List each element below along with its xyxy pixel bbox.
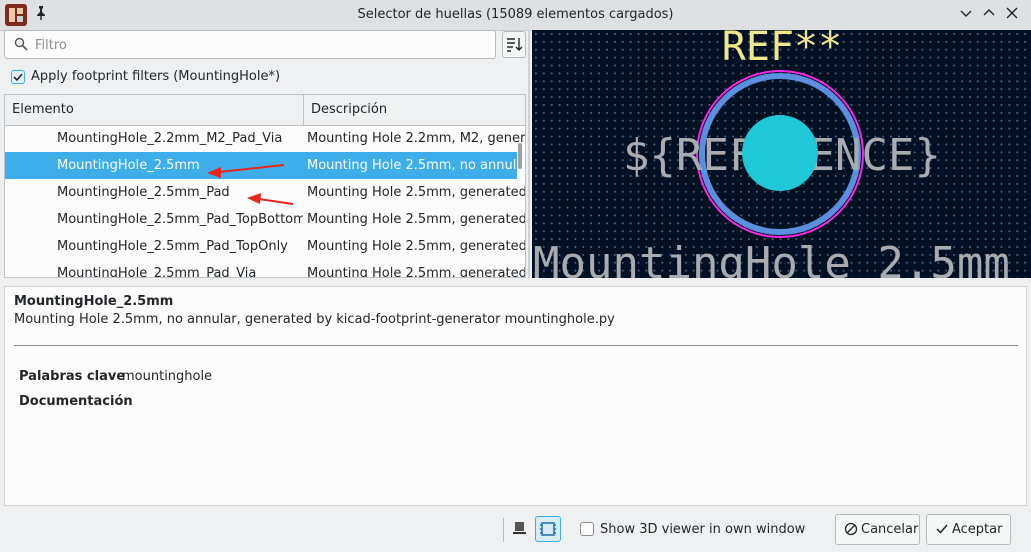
accept-button[interactable]: Aceptar [926, 514, 1011, 545]
ref-text: REF** [722, 30, 842, 70]
footprint-name-cell: MountingHole_2.5mm_Pad_TopOnly [57, 239, 288, 254]
footprint-icon [540, 522, 556, 536]
footprint-name-cell: MountingHole_2.5mm_Pad_TopBottom [57, 212, 303, 227]
value-text: MountingHole_2.5mm [533, 238, 1010, 278]
accept-label: Aceptar [952, 522, 1003, 537]
show-3d-preview-button[interactable] [507, 516, 533, 542]
dialog-footer: Show 3D viewer in own window Cancelar Ac… [0, 506, 1031, 552]
column-header-description[interactable]: Descripción [304, 95, 525, 125]
sort-icon [507, 38, 523, 52]
selected-footprint-name: MountingHole_2.5mm [14, 294, 174, 309]
close-icon[interactable] [1003, 6, 1021, 24]
title-bar: Selector de huellas (15089 elementos car… [0, 0, 1031, 31]
cancel-label: Cancelar [861, 522, 919, 537]
table-row[interactable]: MountingHole_2.5mm_Pad_Via Mounting Hole … [5, 260, 525, 278]
search-input[interactable] [33, 33, 492, 57]
column-header-element[interactable]: Elemento [5, 95, 303, 125]
footprint-description-cell: Mounting Hole 2.5mm, generated by kicad-… [307, 212, 525, 227]
chevron-up-icon[interactable] [980, 6, 998, 24]
footprint-name-cell: MountingHole_2.5mm [57, 158, 200, 173]
show-3d-viewer-checkbox[interactable] [580, 522, 594, 536]
check-icon [936, 524, 948, 534]
splitter-handle[interactable] [528, 30, 530, 278]
footprint-name-cell: MountingHole_2.2mm_M2_Pad_Via [57, 131, 283, 146]
show-footprint-preview-button[interactable] [535, 516, 561, 542]
keywords-label: Palabras clave [19, 369, 126, 384]
search-icon [14, 37, 28, 51]
show-3d-viewer-label: Show 3D viewer in own window [600, 522, 806, 537]
cancel-icon [844, 522, 858, 536]
footprint-name-cell: MountingHole_2.5mm_Pad [57, 185, 230, 200]
selected-footprint-description: Mounting Hole 2.5mm, no annular, generat… [14, 312, 615, 327]
separator [503, 518, 504, 542]
window-title: Selector de huellas (15089 elementos car… [357, 7, 674, 22]
scrollbar-thumb[interactable] [518, 143, 522, 169]
table-row[interactable]: MountingHole_2.5mm_Pad_TopOnly Mounting H… [5, 233, 525, 260]
footprint-description-cell: Mounting Hole 2.5mm, generated by kicad-… [307, 266, 525, 278]
apply-filters-checkbox[interactable] [11, 70, 25, 84]
documentation-label: Documentación [19, 394, 133, 409]
footprint-name-cell: MountingHole_2.5mm_Pad_Via [57, 266, 257, 278]
cancel-button[interactable]: Cancelar [835, 514, 920, 545]
divider [14, 345, 1018, 346]
footprint-table[interactable]: Elemento Descripción MountingHole_2.2mm_… [4, 94, 526, 278]
footprint-description-cell: Mounting Hole 2.2mm, M2, generated by ki… [307, 131, 525, 146]
table-header: Elemento Descripción [5, 95, 525, 126]
search-field[interactable] [4, 30, 496, 59]
footprint-preview[interactable]: REF** ${REFERENCE} MountingHole_2.5mm [532, 30, 1031, 278]
details-panel: MountingHole_2.5mm Mounting Hole 2.5mm, … [4, 286, 1027, 506]
footprint-description-cell: Mounting Hole 2.5mm, generated by kicad-… [307, 239, 525, 254]
3d-view-icon [513, 522, 526, 534]
footprint-description-cell: Mounting Hole 2.5mm, generated by kicad-… [307, 185, 525, 200]
apply-filters-label: Apply footprint filters (MountingHole*) [31, 69, 281, 84]
table-row[interactable]: MountingHole_2.5mm_Pad_TopBottom Mounting… [5, 206, 525, 233]
footprint-description-cell: Mounting Hole 2.5mm, no annular, generat… [307, 158, 525, 173]
table-row[interactable]: MountingHole_2.5mm_Pad Mounting Hole 2.5m… [5, 179, 525, 206]
table-row[interactable]: MountingHole_2.2mm_M2_Pad_Via Mounting Ho… [5, 125, 525, 152]
table-scrollbar[interactable] [515, 125, 525, 277]
keywords-value: mountinghole [122, 369, 213, 384]
pad-shape [742, 115, 818, 191]
sort-button[interactable] [502, 31, 526, 58]
table-row[interactable]: MountingHole_2.5mm Mounting Hole 2.5mm, n… [5, 152, 525, 179]
chevron-down-icon[interactable] [957, 6, 975, 24]
